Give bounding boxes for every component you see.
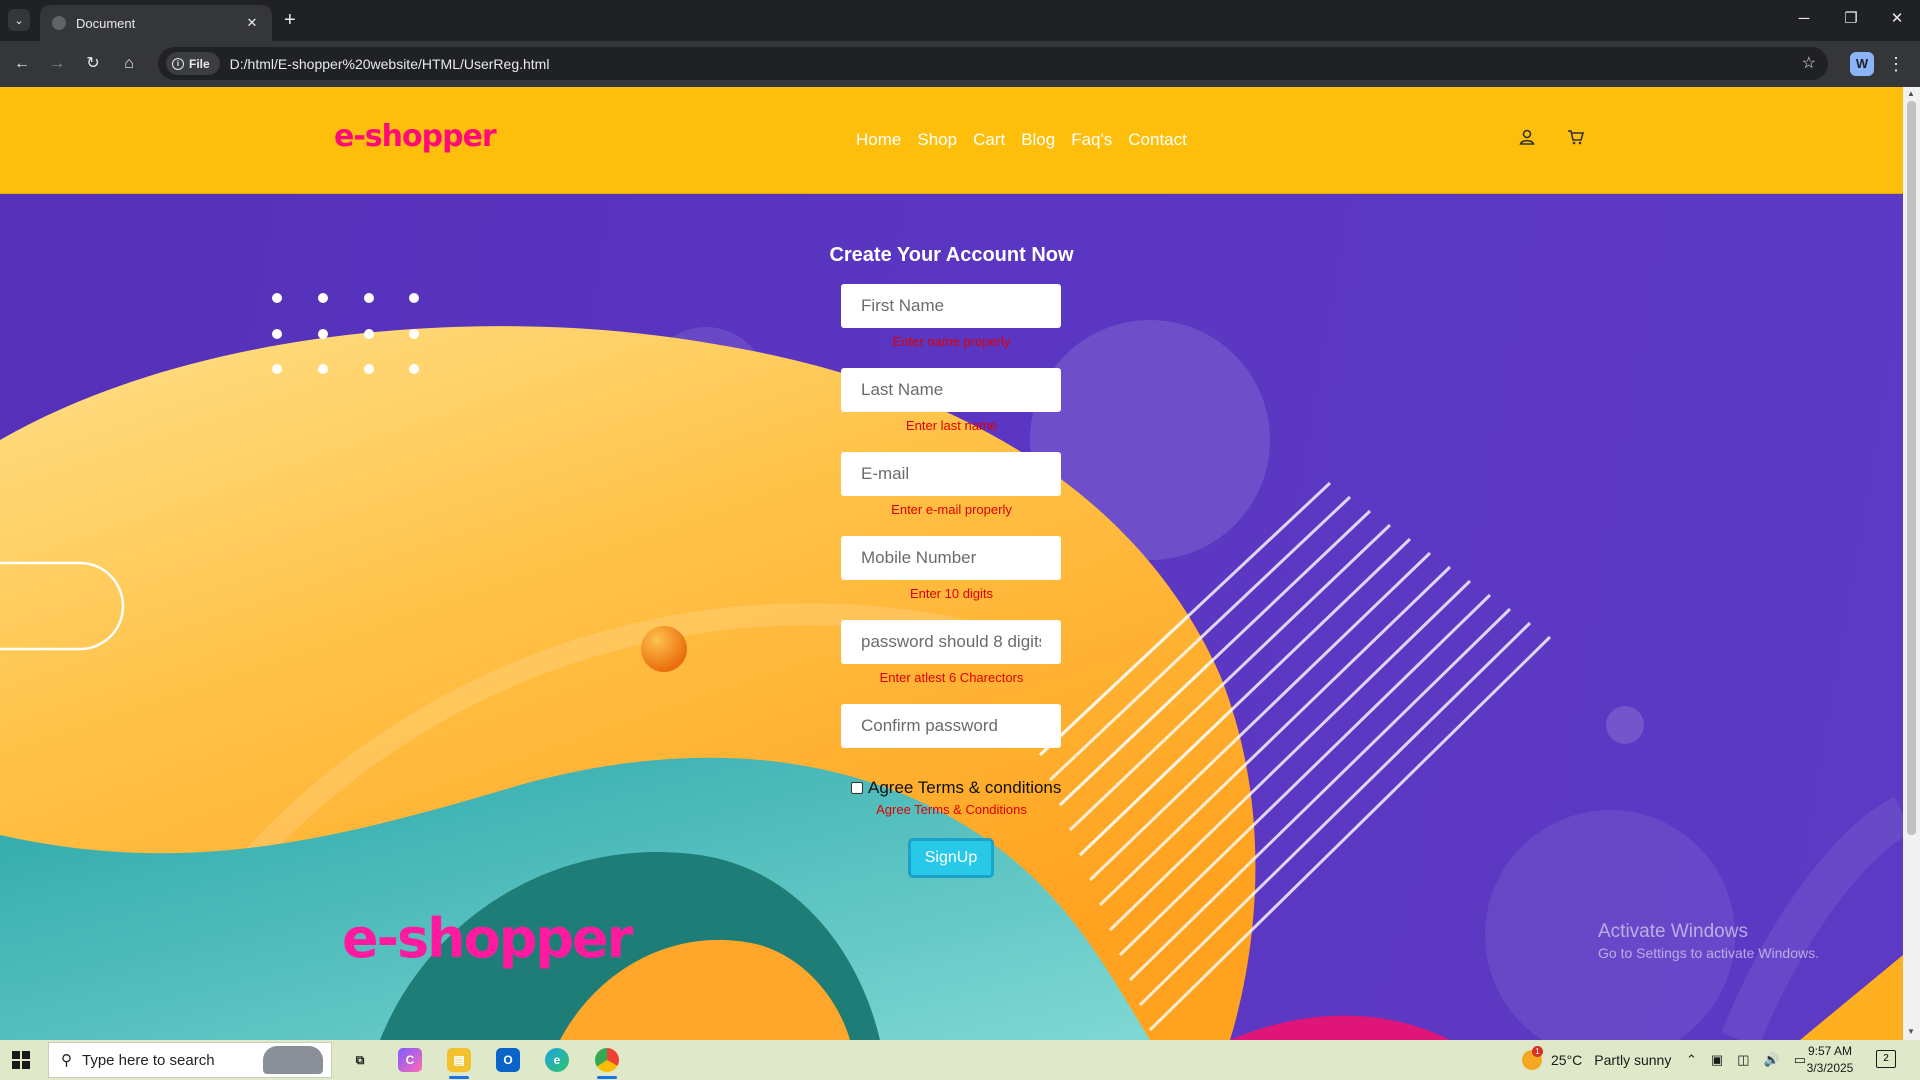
scrollbar-thumb[interactable]: [1907, 101, 1916, 835]
page-viewport: e-shopper Home Shop Cart Blog Faq's Cont…: [0, 87, 1903, 1040]
url-text[interactable]: D:/html/E-shopper%20website/HTML/UserReg…: [230, 56, 550, 72]
mobile-number-input[interactable]: [841, 536, 1061, 580]
minimize-icon[interactable]: ─: [1792, 8, 1816, 30]
browser-tab[interactable]: Document ✕: [40, 5, 272, 41]
weather-badge: 1: [1532, 1046, 1543, 1057]
hero-bottom-logo: e-shopper: [342, 907, 633, 970]
nav-home[interactable]: Home: [856, 130, 901, 150]
windows-taskbar: ⚲ Type here to search ⧉ C ▤ O e 1 25°C P…: [0, 1040, 1920, 1080]
file-explorer-icon[interactable]: ▤: [447, 1048, 471, 1079]
clock-date: 3/3/2025: [1806, 1061, 1854, 1075]
address-bar[interactable]: i File D:/html/E-shopper%20website/HTML/…: [158, 47, 1828, 80]
nav-contact[interactable]: Contact: [1128, 130, 1187, 150]
form-title: Create Your Account Now: [829, 244, 1074, 266]
taskbar-search-placeholder: Type here to search: [82, 1051, 215, 1069]
close-icon[interactable]: ✕: [1885, 8, 1909, 30]
chrome-icon[interactable]: [595, 1048, 619, 1079]
back-icon[interactable]: ←: [10, 52, 34, 76]
cart-icon[interactable]: [1566, 127, 1586, 147]
password-input[interactable]: [841, 620, 1061, 664]
weather-temp: 25°C: [1551, 1052, 1583, 1068]
confirm-password-input[interactable]: [841, 704, 1061, 748]
tray-chevron-up-icon[interactable]: ⌃: [1686, 1052, 1697, 1068]
registration-hero: e-shopper Create Your Account Now Enter …: [0, 195, 1903, 1040]
last-name-input[interactable]: [841, 368, 1061, 412]
browser-tab-bar: ⌄ Document ✕ + ─ ❐ ✕: [0, 0, 1920, 41]
terms-error: Agree Terms & Conditions: [876, 802, 1027, 817]
nav-cart[interactable]: Cart: [973, 130, 1005, 150]
site-logo[interactable]: e-shopper: [334, 119, 497, 154]
task-view-icon[interactable]: ⧉: [348, 1048, 372, 1072]
tab-search-chevron-icon[interactable]: ⌄: [8, 9, 30, 31]
browser-toolbar: ← → ↻ ⌂ i File D:/html/E-shopper%20websi…: [0, 41, 1920, 87]
site-info-chip[interactable]: i File: [166, 52, 220, 75]
forward-icon[interactable]: →: [45, 52, 69, 76]
nav-faqs[interactable]: Faq's: [1071, 130, 1112, 150]
terms-checkbox[interactable]: [851, 782, 863, 794]
first-name-input[interactable]: [841, 284, 1061, 328]
outlook-icon[interactable]: O: [496, 1048, 520, 1072]
site-header: e-shopper Home Shop Cart Blog Faq's Cont…: [0, 87, 1903, 194]
terms-row[interactable]: Agree Terms & conditions: [851, 778, 1061, 798]
edge-icon[interactable]: e: [545, 1048, 569, 1072]
windows-start-icon[interactable]: [12, 1051, 30, 1069]
main-nav: Home Shop Cart Blog Faq's Contact: [856, 130, 1187, 150]
info-icon: i: [172, 57, 184, 70]
copilot-icon[interactable]: C: [398, 1048, 422, 1072]
weather-widget[interactable]: 25°C Partly sunny: [1551, 1040, 1671, 1080]
bookmark-star-icon[interactable]: ☆: [1802, 53, 1816, 73]
watermark-title: Activate Windows: [1598, 921, 1748, 942]
activate-windows-watermark: Activate Windows Go to Settings to activ…: [1598, 921, 1819, 961]
nav-blog[interactable]: Blog: [1021, 130, 1055, 150]
password-error: Enter atlest 6 Charectors: [879, 670, 1024, 685]
email-input[interactable]: [841, 452, 1061, 496]
restore-icon[interactable]: ❐: [1839, 8, 1863, 30]
taskbar-clock[interactable]: 9:57 AM 3/3/2025: [1800, 1043, 1860, 1077]
tray-network-status-icon[interactable]: ◫: [1737, 1052, 1749, 1068]
scroll-up-arrow-icon[interactable]: ▲: [1907, 89, 1915, 98]
user-icon[interactable]: [1517, 127, 1537, 147]
reload-icon[interactable]: ↻: [81, 52, 105, 76]
scroll-down-arrow-icon[interactable]: ▼: [1907, 1027, 1915, 1036]
first-name-error: Enter name properly: [892, 334, 1011, 349]
site-info-label: File: [189, 56, 210, 71]
notification-center-icon[interactable]: 2: [1876, 1050, 1896, 1068]
tab-close-icon[interactable]: ✕: [244, 15, 260, 31]
watermark-subtitle: Go to Settings to activate Windows.: [1598, 945, 1819, 961]
terms-label[interactable]: Agree Terms & conditions: [868, 778, 1061, 798]
tab-title: Document: [76, 15, 136, 31]
browser-menu-icon[interactable]: ⋮: [1886, 52, 1906, 76]
weather-condition: Partly sunny: [1594, 1052, 1672, 1068]
tray-meet-icon[interactable]: ▣: [1711, 1052, 1723, 1068]
home-icon[interactable]: ⌂: [117, 52, 141, 76]
system-tray: ⌃ ▣ ◫ 🔊 ▭: [1686, 1040, 1806, 1080]
email-error: Enter e-mail properly: [891, 502, 1012, 517]
new-tab-button[interactable]: +: [284, 8, 296, 32]
tab-favicon-icon: [52, 16, 66, 30]
volume-icon[interactable]: 🔊: [1764, 1052, 1780, 1068]
nav-shop[interactable]: Shop: [917, 130, 957, 150]
extension-icon[interactable]: W: [1850, 52, 1874, 76]
signup-button[interactable]: SignUp: [908, 838, 994, 878]
taskbar-search-box[interactable]: ⚲ Type here to search: [48, 1042, 332, 1078]
clock-time: 9:57 AM: [1807, 1044, 1853, 1058]
mobile-number-error: Enter 10 digits: [909, 586, 994, 601]
last-name-error: Enter last name: [905, 418, 998, 433]
search-highlight-image: [263, 1046, 323, 1074]
search-icon: ⚲: [61, 1052, 72, 1069]
page-scrollbar[interactable]: ▲ ▼: [1903, 87, 1920, 1040]
